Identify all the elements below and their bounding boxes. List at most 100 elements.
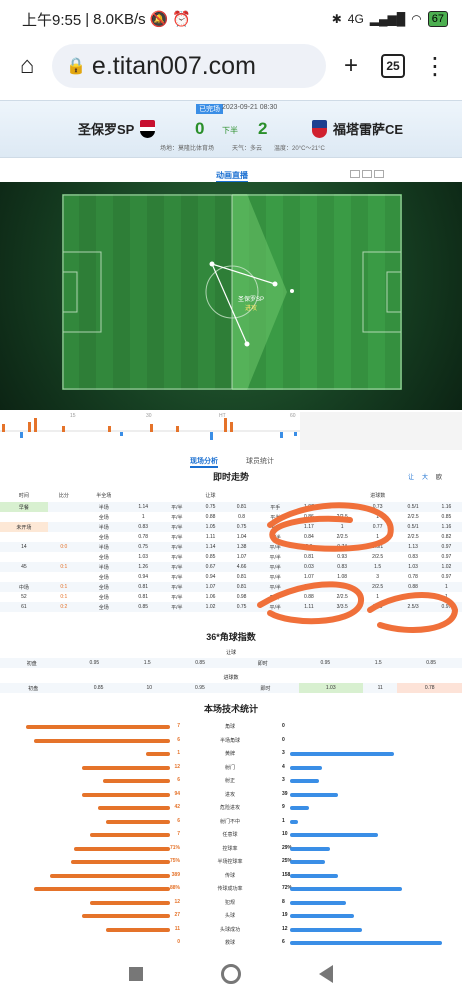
table-cell: 平/半 [171,524,183,531]
stats-title: 本场技术统计 [203,704,258,714]
weather: 天气：多云 [232,146,263,152]
filter-handicap[interactable]: 让 [408,472,414,481]
table-cell: 2/2.5 [407,594,419,600]
view-large-icon[interactable] [374,170,384,178]
table-cell: 全场 [98,604,109,611]
odds-filters: 让 大 欧 [408,472,442,481]
table-cell: 2/2.5 [372,554,384,560]
away-stat-bar [290,779,319,783]
table-cell: 全场 [98,534,109,541]
address-bar[interactable]: 🔒 e.titan007.com [52,44,326,88]
home-stat-value: 88% [169,885,180,891]
table-cell: 全场 [98,594,109,601]
browser-toolbar: ⌂ 🔒 e.titan007.com + 25 ⋮ [0,38,462,94]
match-datetime: 2023-09-21 08:30 [222,104,278,111]
stat-label: 传球 [224,872,235,879]
stat-label: 传球成功率 [217,886,243,892]
stat-row: 389 传球 158 [0,869,462,881]
possession-label: 圣保罗SP 进攻 [238,297,265,312]
away-team[interactable]: 福塔雷萨CE [312,119,403,138]
stat-row: 6 半场角球 0 [0,734,462,746]
table-cell: 0:0 [60,544,68,550]
table-cell: 0.6 [305,544,313,550]
stat-row: 12 犯规 8 [0,896,462,908]
home-crest-icon [140,119,156,138]
menu-icon[interactable]: ⋮ [418,49,452,83]
table-cell: 0.81 [236,504,247,510]
table-cell: 全场 [98,554,109,561]
view-medium-icon[interactable] [362,170,372,178]
table-cell: 0.86 [304,514,314,520]
table-cell: 0.75 [138,544,149,550]
home-team[interactable]: 圣保罗SP [78,119,156,138]
table-cell: 早餐 [0,502,48,512]
table-cell: 平/半 [269,554,281,561]
table-cell: 1.02 [205,604,216,610]
home-nav-icon[interactable] [221,964,241,984]
table-row: 14 0:0 半场 0.75 平/半 1.14 1.38 平/半 0.6 0.74 0.5/1 1.1… [0,542,462,552]
table-row: 中场 0:1 全场 0.81 平/半 1.07 0.81 平/半 1.06 1 2/2.5 0.88 1 [0,582,462,592]
table-row: 未开场 半场 0.83 平/半 1.05 0.75 平手 1.17 1 0.77 0.5/1 1.16 [0,522,462,532]
away-crest-icon [312,119,327,138]
stat-label: 射正 [224,778,235,784]
table-cell: 1.13 [408,544,418,550]
home-stat-value: 12 [174,898,180,905]
stat-row: 71% 控球率 29% [0,842,462,854]
away-stat-value: 0 [282,723,285,729]
table-cell: 0.82 [441,534,452,540]
table-cell: 0:2 [60,604,68,610]
corner-table-total: 初盘 0.85 10 0.95 即时 1.03 11 0.78 [0,683,462,693]
table-cell: 0.89 [372,604,383,610]
odds-title: 即时走势 [212,472,249,482]
table-cell: 0.81 [236,584,247,590]
filter-total[interactable]: 大 [422,472,428,481]
view-small-icon[interactable] [350,170,360,178]
home-stat-value: 1 [177,750,180,756]
stat-label: 角球 [224,724,235,730]
back-icon[interactable] [319,965,333,983]
tab-switcher-button[interactable]: 25 [376,49,410,83]
home-stat-value: 7 [177,723,180,729]
timeline-tick: 15 [70,413,76,419]
table-cell: 半场 [98,564,109,571]
table-cell: 平/半 [171,554,183,561]
stat-row: 11 头球成功 12 [0,923,462,935]
home-stat-value: 12 [174,763,180,770]
table-cell: 平/半 [171,574,183,581]
table-cell: 平/半 [269,584,281,591]
stat-label: 半场角球 [219,737,240,744]
home-icon[interactable]: ⌂ [10,49,44,83]
away-stat-bar [290,914,354,918]
table-cell: 半场 [98,524,109,531]
table-row: 全场 1.03 平/半 0.85 1.07 平/半 0.81 0.93 2/2.5 0.83 0.9… [0,552,462,562]
stat-row: 0 救球 6 [0,936,462,948]
match-period: 下半 [222,126,238,135]
tab-player-stats[interactable]: 球员统计 [246,456,274,466]
filter-euro[interactable]: 欧 [436,472,442,481]
table-cell: 1.07 [304,504,314,510]
stat-row: 94 进攻 39 [0,788,462,800]
table-cell: 1.03 [408,564,418,570]
table-row: 早餐 半场 1.14 平/半 0.75 0.81 平手 1.07 1 0.73 0.5/1 1.16 [0,502,462,512]
tab-analysis[interactable]: 现场分析 [190,456,218,468]
table-cell: 平/半 [171,594,183,601]
table-cell: 4.66 [236,564,247,570]
table-cell: 1.5 [374,564,382,570]
stat-row: 12 射门 4 [0,761,462,773]
table-cell: 平/半 [171,544,183,551]
signal-icon: ▂▄▆█ [369,12,406,26]
stat-label: 危险进攻 [219,805,240,811]
recent-apps-icon[interactable] [129,967,143,981]
table-cell: 1.08 [337,574,348,580]
table-cell: 2.5/3 [407,604,419,610]
corner-table-handicap: 初盘 0.95 1.5 0.85 即时 0.95 1.5 0.85 [0,658,462,668]
signal-label: 4G [347,12,364,26]
stat-label: 进攻 [224,791,235,798]
new-tab-icon[interactable]: + [334,49,368,83]
table-cell: 中场 [18,584,29,591]
table-cell: 0.75 [236,604,247,610]
timeline-tick: 60 [290,413,296,419]
battery-icon: 67 [427,11,448,27]
table-cell: 1.11 [205,534,216,540]
table-cell [0,532,48,542]
